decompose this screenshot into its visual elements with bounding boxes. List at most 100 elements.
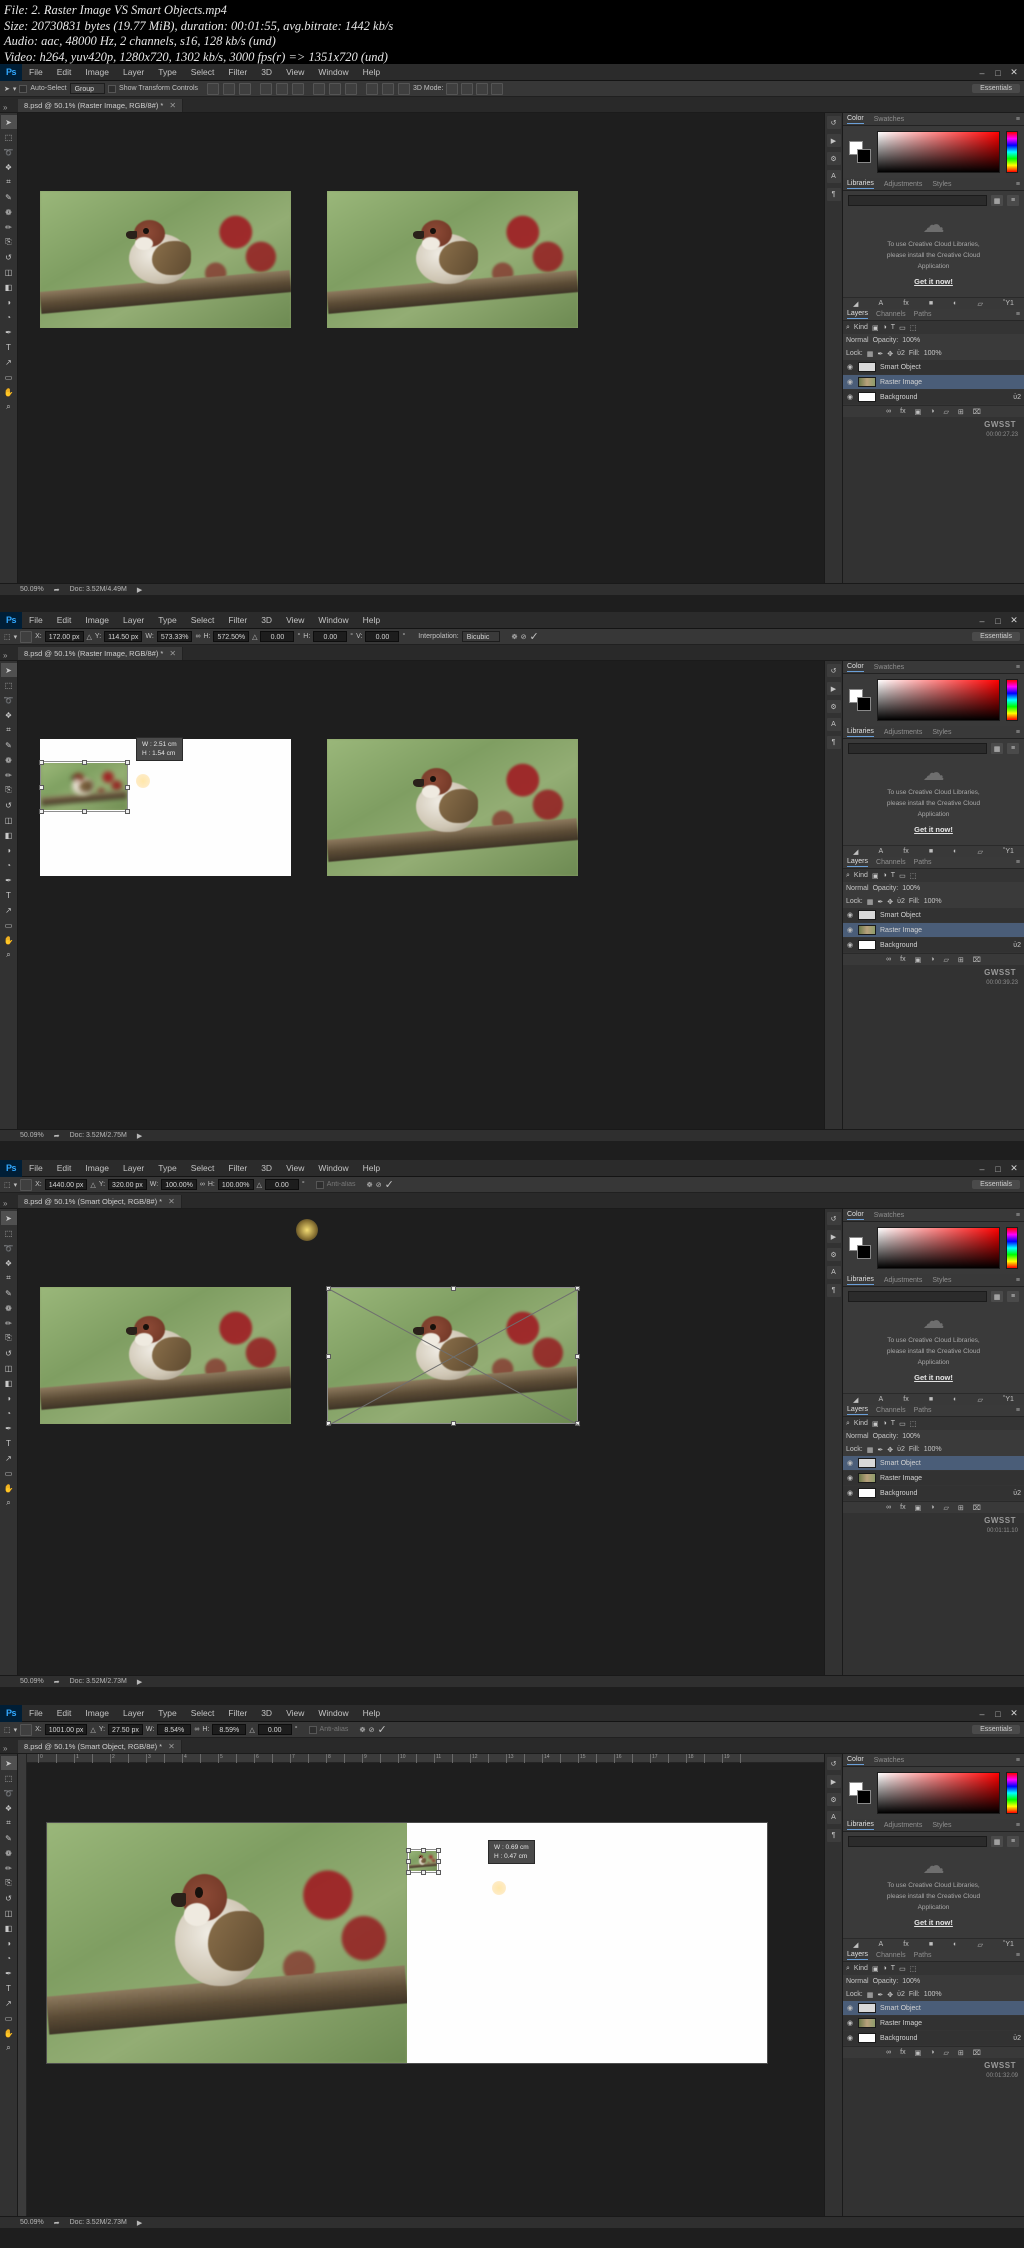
auto-select-checkbox[interactable] <box>19 84 28 93</box>
close-tab-icon[interactable]: ✕ <box>168 1197 175 1206</box>
adjustment-layer-icon[interactable]: ◑ <box>930 956 934 963</box>
panel-tab-channels[interactable]: Channels <box>876 859 906 866</box>
transform-handle[interactable] <box>436 1848 441 1853</box>
menu-item-help[interactable]: Help <box>356 64 387 81</box>
status-expand-icon[interactable]: ▶ <box>137 1132 142 1140</box>
menu-item-layer[interactable]: Layer <box>116 1160 151 1177</box>
layer-mask-icon[interactable]: ▣ <box>915 408 922 416</box>
tools-palette[interactable]: ➤ ⬚ ➰ ❖ ⌗ ✎ ❁ ✏ ⎘ ↺ ◫ ◧ ◑ ◔ ✒ T ↗ ▭ ✋ ⌕ <box>0 1209 18 1675</box>
menu-item-filter[interactable]: Filter <box>221 612 254 629</box>
menu-item-layer[interactable]: Layer <box>116 64 151 81</box>
layer-filter-kind[interactable]: Kind <box>854 1965 868 1972</box>
layer-filter-kind[interactable]: Kind <box>854 872 868 879</box>
transform-handle[interactable] <box>125 784 130 790</box>
expand-panels-icon[interactable]: » <box>3 1199 7 1208</box>
menu-item-file[interactable]: File <box>22 64 50 81</box>
lock-position-icon[interactable]: ✥ <box>887 350 893 358</box>
align-icon-3[interactable] <box>260 82 273 95</box>
menu-item-view[interactable]: View <box>279 1160 311 1177</box>
reference-point-selector[interactable] <box>20 1723 33 1736</box>
link-layers-icon[interactable]: ∞ <box>886 956 891 963</box>
layer-thumbnail[interactable] <box>858 377 876 387</box>
layer-row[interactable]: ◉ Raster Image <box>843 923 1024 938</box>
blend-mode-select[interactable]: Normal <box>846 1433 869 1440</box>
tools-palette[interactable]: ➤ ⬚ ➰ ❖ ⌗ ✎ ❁ ✏ ⎘ ↺ ◫ ◧ ◑ ◔ ✒ T ↗ ▭ ✋ ⌕ <box>0 661 18 1129</box>
layer-thumbnail[interactable] <box>858 392 876 402</box>
actions-icon[interactable]: ▶ <box>826 682 841 695</box>
menu-item-file[interactable]: File <box>22 1160 50 1177</box>
quick-select-tool[interactable]: ❖ <box>1 708 17 722</box>
layer-thumbnail[interactable] <box>858 1473 876 1483</box>
layer-visibility-icon[interactable]: ◉ <box>846 393 854 401</box>
panel-tab-channels[interactable]: Channels <box>876 311 906 318</box>
lock-transparent-icon[interactable]: ▦ <box>867 1446 874 1454</box>
menu-item-window[interactable]: Window <box>311 1705 355 1722</box>
hue-slider[interactable] <box>1006 1227 1018 1269</box>
path-select-tool[interactable]: ↗ <box>1 355 17 369</box>
pen-tool[interactable]: ✒ <box>1 1421 17 1435</box>
opacity-value[interactable]: 100% <box>902 1978 920 1985</box>
y-position-input[interactable]: 27.50 px <box>108 1724 143 1735</box>
menu-item-image[interactable]: Image <box>78 612 116 629</box>
transform-handle[interactable] <box>450 1286 456 1291</box>
smart-filter-icon[interactable]: ⬚ <box>910 872 917 880</box>
status-bar[interactable]: 50.09% ➦ Doc: 3.52M/4.49M ▶ <box>0 583 1024 595</box>
move-tool[interactable]: ➤ <box>0 115 17 129</box>
layer-style-icon[interactable]: fx <box>900 956 905 963</box>
blend-icon[interactable]: ◢ <box>853 1941 858 1949</box>
transform-handle[interactable] <box>450 1421 456 1426</box>
maintain-aspect-ratio-icon[interactable]: ∞ <box>200 1181 205 1188</box>
x-position-input[interactable]: 1440.00 px <box>44 1179 88 1190</box>
hand-tool[interactable]: ✋ <box>1 1481 17 1495</box>
lock-paint-icon[interactable]: ✒ <box>877 1446 883 1454</box>
window-controls[interactable]: – □ ✕ <box>974 1160 1022 1177</box>
panel-menu-icon[interactable]: ≡ <box>1016 1822 1020 1829</box>
trash-icon[interactable]: Ὕ1 <box>1003 300 1014 307</box>
maximize-button[interactable]: □ <box>990 1707 1006 1721</box>
zoom-tool[interactable]: ⌕ <box>1 400 17 414</box>
panel-tab-swatches[interactable]: Swatches <box>874 116 904 123</box>
fill-value[interactable]: 100% <box>924 898 942 905</box>
lock-all-icon[interactable]: ὑ2 <box>897 350 905 357</box>
width-scale-input[interactable]: 8.54% <box>157 1724 192 1735</box>
lock-all-icon[interactable]: ὑ2 <box>897 1446 905 1453</box>
cancel-transform-icon[interactable]: ⊘ <box>369 1726 375 1734</box>
adjustment-layer-icon[interactable]: ◑ <box>930 1504 934 1511</box>
transform-handle[interactable] <box>421 1870 426 1875</box>
right-dock-strip[interactable]: ↺ ▶ ⚙ A ¶ <box>824 1754 842 2216</box>
width-scale-input[interactable]: 100.00% <box>161 1179 197 1190</box>
layer-thumbnail[interactable] <box>858 2003 876 2013</box>
libraries-search-row[interactable]: ▦ ≡ <box>848 743 1019 754</box>
menu-item-image[interactable]: Image <box>78 1160 116 1177</box>
mask-icon[interactable]: ■ <box>929 1941 933 1948</box>
shape-tool[interactable]: ▭ <box>1 370 17 384</box>
layer-mask-icon[interactable]: ▣ <box>915 2049 922 2057</box>
blend-icon[interactable]: ◢ <box>853 1396 858 1404</box>
options-bar[interactable]: ⬚ ▾ X: 1440.00 px △ Y: 320.00 px W: 100.00% ∞ H: 10… <box>0 1177 1024 1193</box>
layer-row[interactable]: ◉ Raster Image <box>843 2016 1024 2031</box>
move-tool[interactable]: ➤ <box>0 1756 17 1770</box>
window-controls[interactable]: – □ ✕ <box>974 1705 1022 1722</box>
properties-icon[interactable]: ⚙ <box>826 152 841 165</box>
layer-filter-kind[interactable]: Kind <box>854 324 868 331</box>
color-gradient-field[interactable] <box>877 1772 1000 1814</box>
menu-item-3d[interactable]: 3D <box>254 612 279 629</box>
maintain-aspect-ratio-icon[interactable]: ∞ <box>194 1726 199 1733</box>
layer-row[interactable]: ◉ Background ὑ2 <box>843 2031 1024 2046</box>
shape-tool[interactable]: ▭ <box>1 1466 17 1480</box>
transform-tool-icon[interactable]: ⬚ <box>4 633 11 641</box>
menu-item-select[interactable]: Select <box>184 64 222 81</box>
layer-visibility-icon[interactable]: ◉ <box>846 926 854 934</box>
link-layers-icon[interactable]: ∞ <box>886 1504 891 1511</box>
character-icon[interactable]: A <box>826 718 841 731</box>
blend-mode-row[interactable]: Normal Opacity: 100% <box>843 882 1024 895</box>
new-layer-icon[interactable]: ⊞ <box>958 408 964 416</box>
transform-handle[interactable] <box>436 1870 441 1875</box>
layer-visibility-icon[interactable]: ◉ <box>846 378 854 386</box>
menu-item-help[interactable]: Help <box>356 612 387 629</box>
color-swatches[interactable] <box>849 1782 871 1804</box>
text-icon[interactable]: A <box>879 848 884 855</box>
blend-mode-row[interactable]: Normal Opacity: 100% <box>843 1430 1024 1443</box>
trash-icon[interactable]: Ὕ1 <box>1003 848 1014 855</box>
blend-mode-select[interactable]: Normal <box>846 337 869 344</box>
